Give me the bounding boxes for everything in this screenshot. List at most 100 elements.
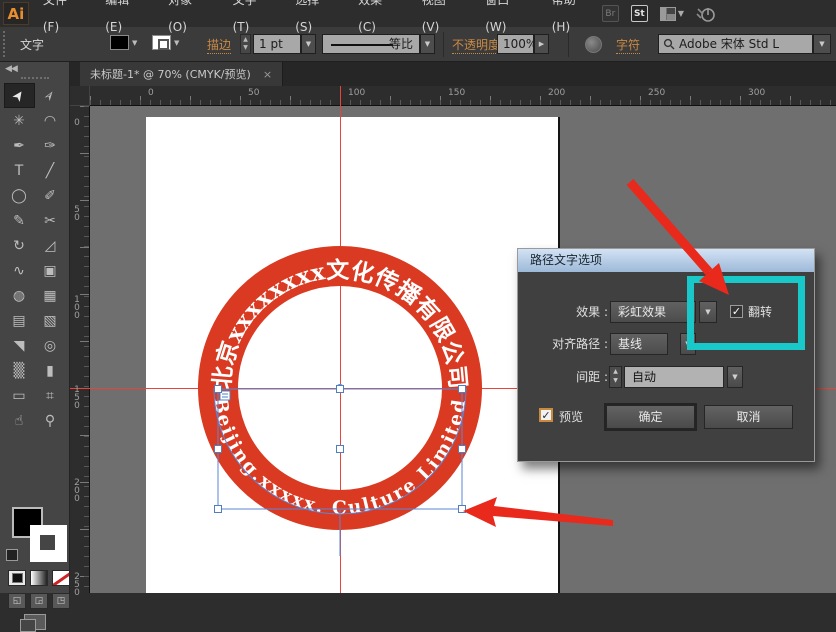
gpu-performance-icon[interactable]	[696, 5, 716, 23]
character-panel-link[interactable]: 字符	[616, 36, 640, 54]
gradient-button[interactable]	[30, 570, 48, 586]
handle-top-center[interactable]	[337, 386, 344, 393]
tool-selection[interactable]: ➤	[4, 83, 35, 108]
draw-behind-button[interactable]: ◲	[30, 593, 48, 609]
none-button[interactable]	[52, 570, 70, 586]
menu-edit[interactable]: 编辑(E)	[91, 0, 154, 41]
handle-mid-left[interactable]	[215, 446, 222, 453]
tools-panel: ◀◀ ➤➢✳◠✒✑T╱◯✐✎✂↻◿∿▣◍▦▤▧◥◎▒▮▭⌗☝⚲ ◱ ◲ ◳	[0, 62, 70, 593]
dialog-title-bar[interactable]: 路径文字选项	[518, 249, 814, 272]
tool-pencil[interactable]: ✎	[4, 208, 35, 233]
tool-shape-builder[interactable]: ◍	[4, 283, 35, 308]
align-select[interactable]: 基线	[610, 333, 668, 355]
tool-free-transform[interactable]: ▣	[35, 258, 66, 283]
horizontal-ruler[interactable]: 050100150200250300	[90, 86, 836, 106]
direct-selection-icon: ➢	[40, 86, 60, 105]
ok-button[interactable]: 确定	[606, 405, 695, 429]
handle-mid-right[interactable]	[459, 446, 466, 453]
handle-top-left[interactable]	[215, 386, 222, 393]
stroke-color-proxy[interactable]	[30, 525, 67, 562]
tool-hand[interactable]: ☝	[4, 408, 35, 433]
lasso-icon: ◠	[44, 113, 56, 129]
spacing-input[interactable]: 自动	[624, 366, 724, 388]
spacing-stepper[interactable]: ▲▼	[609, 366, 622, 388]
menu-select[interactable]: 选择(S)	[281, 0, 344, 41]
pen-icon: ✒	[13, 138, 25, 154]
app-logo: Ai	[3, 2, 29, 25]
curvature-icon: ✑	[44, 138, 56, 154]
tool-mesh[interactable]: ▤	[4, 308, 35, 333]
align-label: 对齐路径 :	[526, 333, 608, 355]
menu-effect[interactable]: 效果(C)	[344, 0, 408, 41]
tool-blend[interactable]: ◎	[35, 333, 66, 358]
tool-direct-selection[interactable]: ➢	[35, 83, 66, 108]
tool-width[interactable]: ∿	[4, 258, 35, 283]
menu-type[interactable]: 文字(T)	[219, 0, 282, 41]
close-icon[interactable]: ×	[263, 68, 272, 81]
vruler-label: 200	[72, 478, 82, 502]
tool-eyedropper[interactable]: ◥	[4, 333, 35, 358]
ruler-corner[interactable]	[70, 86, 90, 106]
tool-scale[interactable]: ◿	[35, 233, 66, 258]
tool-scissors[interactable]: ✂	[35, 208, 66, 233]
handle-bottom-right[interactable]	[459, 506, 466, 513]
hruler-label: 250	[648, 88, 665, 98]
tool-magic-wand[interactable]: ✳	[4, 108, 35, 133]
stamp-top-text[interactable]: 北京xxxxxxxx文化传播有限公司	[208, 257, 471, 390]
default-fill-stroke-icon[interactable]	[6, 549, 18, 561]
tool-curvature[interactable]: ✑	[35, 133, 66, 158]
tool-symbol-sprayer[interactable]: ▒	[4, 358, 35, 383]
tab-title: 未标题-1* @ 70% (CMYK/预览)	[90, 66, 251, 82]
tool-slice[interactable]: ⌗	[35, 383, 66, 408]
stamp-artwork[interactable]: 北京xxxxxxxx文化传播有限公司 Beijing.xxxxx. Cultur…	[190, 238, 490, 560]
menu-object[interactable]: 对象(O)	[154, 0, 218, 41]
draw-normal-button[interactable]: ◱	[8, 593, 26, 609]
workspace-icon	[660, 7, 676, 21]
panel-grip[interactable]	[3, 31, 7, 57]
screen-mode-button[interactable]	[24, 614, 46, 630]
draw-inside-button[interactable]: ◳	[52, 593, 70, 609]
tool-ellipse[interactable]: ◯	[4, 183, 35, 208]
tool-perspective-grid[interactable]: ▦	[35, 283, 66, 308]
vruler-label: 250	[72, 572, 82, 596]
guide-marker	[340, 86, 341, 106]
menu-window[interactable]: 窗口(W)	[471, 0, 538, 41]
magic-wand-icon: ✳	[13, 113, 25, 129]
tool-gradient[interactable]: ▧	[35, 308, 66, 333]
hand-icon: ☝	[15, 413, 24, 429]
tool-pen[interactable]: ✒	[4, 133, 35, 158]
vertical-ruler[interactable]: 050100150200250	[70, 106, 90, 593]
effect-select[interactable]: 彩虹效果	[610, 301, 696, 323]
vruler-label: 100	[72, 295, 82, 319]
pencil-icon: ✎	[13, 213, 25, 229]
collapse-panel-icon[interactable]: ◀◀	[0, 62, 69, 74]
font-family-select[interactable]: Adobe 宋体 Std L	[658, 34, 813, 54]
tool-paintbrush[interactable]: ✐	[35, 183, 66, 208]
workspace-switcher[interactable]: ▼	[660, 7, 684, 21]
tools-grip[interactable]	[21, 77, 49, 81]
menu-file[interactable]: 文件(F)	[29, 0, 91, 41]
tool-rotate[interactable]: ↻	[4, 233, 35, 258]
tool-column-graph[interactable]: ▮	[35, 358, 66, 383]
tool-artboard[interactable]: ▭	[4, 383, 35, 408]
symbol-sprayer-icon: ▒	[14, 363, 25, 379]
menu-help[interactable]: 帮助(H)	[538, 0, 602, 41]
color-button[interactable]	[8, 570, 26, 586]
menu-view[interactable]: 视图(V)	[408, 0, 471, 41]
stock-icon[interactable]: St	[631, 5, 648, 22]
tool-line-segment[interactable]: ╱	[35, 158, 66, 183]
highlight-box-annotation	[687, 276, 805, 350]
handle-top-right[interactable]	[459, 386, 466, 393]
tool-lasso[interactable]: ◠	[35, 108, 66, 133]
handle-bottom-left[interactable]	[215, 506, 222, 513]
cancel-button[interactable]: 取消	[704, 405, 793, 429]
stamp-bottom-text[interactable]: Beijing.xxxxx. Culture Limited	[209, 396, 471, 519]
document-tab[interactable]: 未标题-1* @ 70% (CMYK/预览) ×	[80, 62, 283, 86]
spacing-dropdown-button[interactable]: ▼	[727, 366, 743, 388]
preview-checkbox[interactable]: ✓	[539, 408, 553, 422]
tool-zoom[interactable]: ⚲	[35, 408, 66, 433]
font-dropdown[interactable]: ▼	[813, 34, 831, 54]
bridge-icon[interactable]: Br	[602, 5, 619, 22]
tool-type[interactable]: T	[4, 158, 35, 183]
handle-center[interactable]	[337, 446, 344, 453]
